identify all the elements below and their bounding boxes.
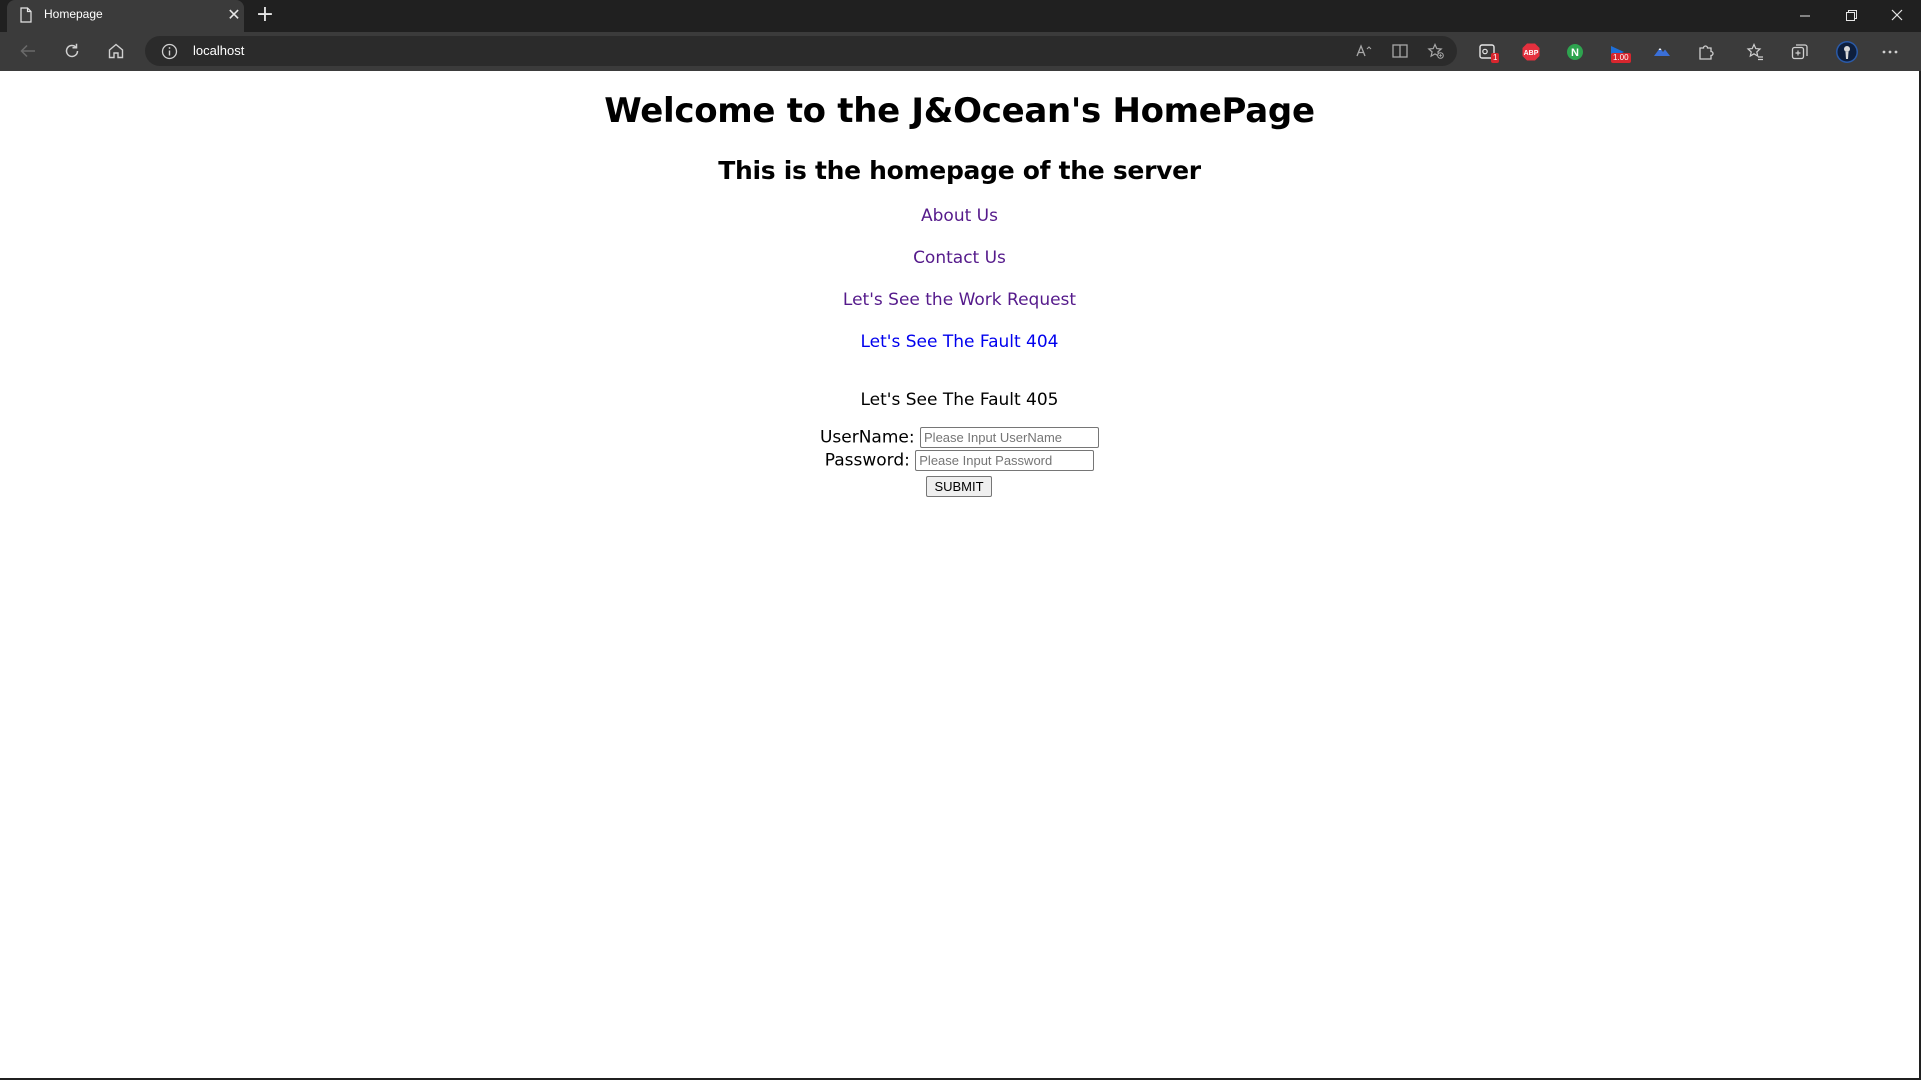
fault-405-text: Let's See The Fault 405 bbox=[860, 390, 1059, 410]
mountain-extension-icon[interactable] bbox=[1652, 42, 1672, 62]
info-icon[interactable] bbox=[161, 43, 178, 64]
abp-label: ABP bbox=[1524, 50, 1539, 57]
collections-icon[interactable] bbox=[1790, 42, 1810, 62]
extension-badge: 1 bbox=[1491, 53, 1500, 63]
page-title: Welcome to the J&Ocean's HomePage bbox=[604, 91, 1315, 131]
tab-close-icon[interactable]: ✕ bbox=[226, 7, 242, 23]
username-row: UserName: bbox=[0, 427, 1919, 448]
read-aloud-icon[interactable] bbox=[1355, 43, 1373, 59]
password-row: Password: bbox=[0, 450, 1919, 471]
restore-icon[interactable] bbox=[1828, 0, 1874, 32]
fault-404-link[interactable]: Let's See The Fault 404 bbox=[0, 332, 1919, 352]
password-input[interactable] bbox=[915, 450, 1095, 471]
minimize-icon[interactable] bbox=[1782, 0, 1828, 32]
work-request-link[interactable]: Let's See the Work Request bbox=[0, 290, 1919, 310]
page-content: Welcome to the J&Ocean's HomePage This i… bbox=[0, 71, 1921, 1078]
n-extension-icon[interactable]: N bbox=[1565, 42, 1585, 62]
toolbar: localhost 1 ABP N 1.00 bbox=[0, 32, 1921, 71]
avatar[interactable] bbox=[1835, 40, 1859, 64]
password-label: Password: bbox=[824, 450, 910, 471]
close-window-icon[interactable] bbox=[1874, 0, 1920, 32]
more-options-icon[interactable] bbox=[1880, 42, 1900, 62]
submit-button[interactable]: SUBMIT bbox=[926, 476, 992, 497]
about-us-link[interactable]: About Us bbox=[0, 206, 1919, 226]
n-label: N bbox=[1571, 47, 1579, 59]
address-bar[interactable]: localhost bbox=[145, 36, 1457, 66]
refresh-icon[interactable] bbox=[58, 39, 86, 65]
tab-strip: Homepage ✕ + bbox=[0, 0, 1921, 32]
page-subtitle: This is the homepage of the server bbox=[718, 156, 1201, 185]
extensions-puzzle-icon[interactable] bbox=[1696, 42, 1716, 62]
tab-homepage[interactable]: Homepage ✕ bbox=[7, 0, 244, 32]
immersive-reader-icon[interactable] bbox=[1391, 43, 1409, 59]
home-icon[interactable] bbox=[102, 39, 130, 65]
url-text: localhost bbox=[193, 43, 245, 58]
favorites-icon[interactable] bbox=[1745, 42, 1765, 62]
new-tab-icon[interactable]: + bbox=[254, 4, 276, 28]
username-input[interactable] bbox=[920, 427, 1100, 448]
add-favorite-icon[interactable] bbox=[1427, 43, 1445, 59]
tab-title: Homepage bbox=[44, 7, 103, 21]
username-label: UserName: bbox=[819, 427, 915, 448]
screen-capture-extension-icon[interactable]: 1 bbox=[1478, 42, 1500, 63]
adblock-plus-extension-icon[interactable]: ABP bbox=[1521, 42, 1541, 62]
back-icon[interactable] bbox=[14, 39, 42, 65]
speed-badge: 1.00 bbox=[1611, 53, 1631, 63]
contact-us-link[interactable]: Contact Us bbox=[0, 248, 1919, 268]
browser-chrome: Homepage ✕ + localhost 1 ABP N 1.00 bbox=[0, 0, 1921, 71]
speed-extension-icon[interactable]: 1.00 bbox=[1608, 42, 1631, 63]
page-icon bbox=[20, 7, 32, 23]
